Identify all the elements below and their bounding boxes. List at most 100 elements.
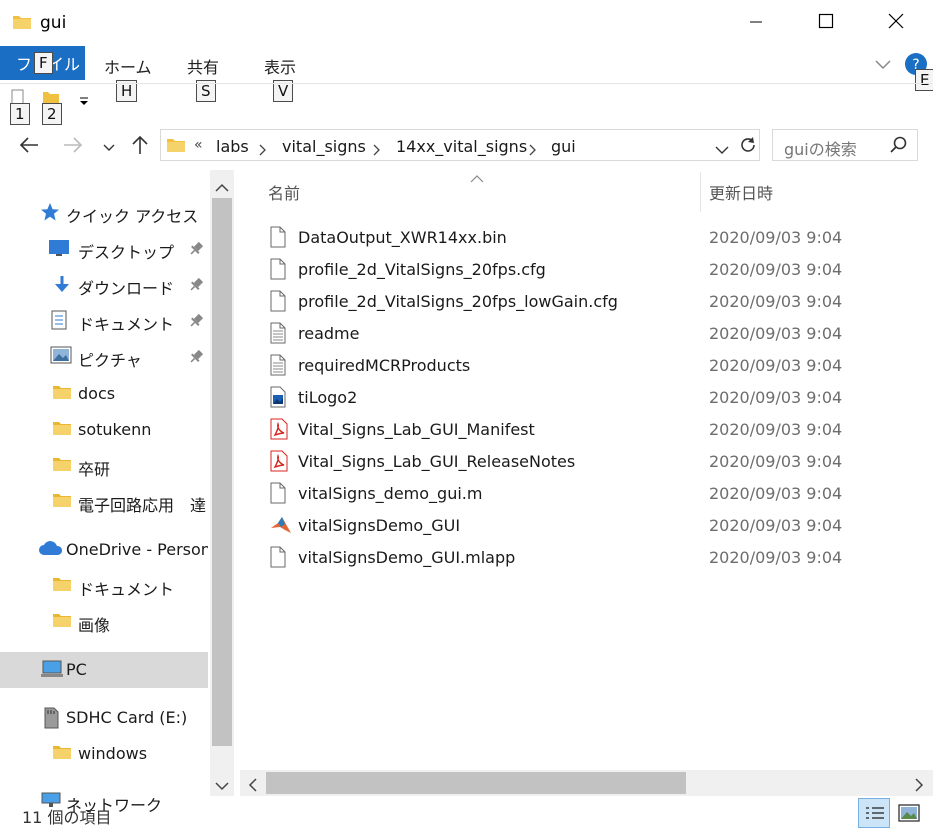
nav-item-label: SDHC Card (E:) <box>66 708 188 727</box>
file-date: 2020/09/03 9:04 <box>709 388 843 407</box>
file-date: 2020/09/03 9:04 <box>709 260 843 279</box>
nav-item[interactable]: SDHC Card (E:) <box>0 700 208 736</box>
chevron-right-icon[interactable] <box>372 141 382 160</box>
picture-icon <box>50 346 72 368</box>
search-icon[interactable] <box>890 136 908 158</box>
breadcrumb-labs[interactable]: labs <box>216 137 249 156</box>
nav-item[interactable]: ドキュメント <box>0 568 208 604</box>
column-divider[interactable] <box>700 172 701 212</box>
sdcard-icon <box>42 707 60 733</box>
nav-item[interactable]: 電子回路応用 達 <box>0 484 208 520</box>
search-placeholder: guiの検索 <box>784 140 857 159</box>
column-header-date[interactable]: 更新日時 <box>709 180 773 204</box>
pin-icon[interactable] <box>188 313 204 333</box>
breadcrumb-14xx-vital-signs[interactable]: 14xx_vital_signs <box>396 137 527 156</box>
pin-icon[interactable] <box>188 349 204 369</box>
large-icons-view-icon <box>898 804 920 826</box>
file-date: 2020/09/03 9:04 <box>709 292 843 311</box>
pin-icon[interactable] <box>188 241 204 261</box>
pin-icon[interactable] <box>188 277 204 297</box>
tab-share[interactable]: 共有 <box>187 54 219 78</box>
help-keytip: E <box>915 69 933 91</box>
tab-view[interactable]: 表示 <box>264 54 296 78</box>
nav-item[interactable]: PC <box>0 652 208 688</box>
customize-qat-icon[interactable] <box>78 92 90 111</box>
file-icon <box>270 482 286 508</box>
cloud-icon <box>38 539 64 561</box>
nav-item-label: PC <box>66 660 87 679</box>
nav-item[interactable]: 画像 <box>0 604 208 640</box>
horizontal-scrollbar-thumb[interactable] <box>266 772 686 794</box>
nav-item-label: ダウンロード <box>78 279 175 298</box>
refresh-icon[interactable] <box>738 135 758 159</box>
nav-item[interactable]: ピクチャ <box>0 339 208 375</box>
nav-item[interactable]: sotukenn <box>0 412 208 448</box>
nav-item-label: デスクトップ <box>78 243 175 262</box>
large-icons-view-button[interactable] <box>896 800 922 826</box>
nav-item-label: windows <box>78 744 148 763</box>
horizontal-scrollbar[interactable] <box>240 770 933 796</box>
nav-scrollbar-thumb[interactable] <box>212 198 232 746</box>
file-name: readme <box>298 324 360 343</box>
sort-ascending-icon <box>470 168 484 187</box>
folder-icon <box>52 575 72 597</box>
breadcrumb-overflow[interactable]: « <box>194 137 203 153</box>
chevron-right-icon[interactable] <box>258 141 268 160</box>
nav-scrollbar[interactable] <box>210 170 234 796</box>
maximize-button[interactable] <box>803 0 849 46</box>
file-name: vitalSigns_demo_gui.m <box>298 484 483 503</box>
nav-item-label: sotukenn <box>78 420 152 439</box>
up-button[interactable] <box>130 134 150 160</box>
image-file-icon <box>270 386 286 412</box>
file-name: requiredMCRProducts <box>298 356 471 375</box>
pc-icon <box>40 659 64 683</box>
address-dropdown-icon[interactable] <box>714 141 730 160</box>
file-icon <box>270 290 286 316</box>
file-name: profile_2d_VitalSigns_20fps.cfg <box>298 260 546 279</box>
ribbon-expand-icon[interactable] <box>874 56 892 75</box>
nav-item[interactable]: クイック アクセス <box>0 195 208 231</box>
chevron-down-icon[interactable] <box>215 776 229 795</box>
details-view-button[interactable] <box>858 798 890 828</box>
nav-item-label: 卒研 <box>78 460 111 479</box>
nav-item[interactable]: デスクトップ <box>0 231 208 267</box>
chevron-left-icon[interactable] <box>248 777 258 796</box>
recent-locations-icon[interactable] <box>102 139 116 158</box>
minimize-button[interactable] <box>733 0 779 46</box>
nav-item[interactable]: ダウンロード <box>0 267 208 303</box>
folder-icon <box>52 743 72 765</box>
file-date: 2020/09/03 9:04 <box>709 516 843 535</box>
close-icon <box>888 13 904 33</box>
chevron-up-icon[interactable] <box>215 178 229 197</box>
forward-button[interactable] <box>62 135 84 159</box>
document-icon <box>50 310 68 334</box>
nav-item-label: 画像 <box>78 616 111 635</box>
folder-icon <box>52 611 72 633</box>
column-header-name[interactable]: 名前 <box>268 180 300 204</box>
nav-item[interactable]: windows <box>0 736 208 772</box>
file-date: 2020/09/03 9:04 <box>709 356 843 375</box>
breadcrumb-gui[interactable]: gui <box>551 137 576 156</box>
file-name: vitalSignsDemo_GUI <box>298 516 461 535</box>
folder-icon <box>12 13 32 35</box>
nav-item-label: ドキュメント <box>78 580 175 599</box>
file-date: 2020/09/03 9:04 <box>709 484 843 503</box>
chevron-right-icon[interactable] <box>528 141 538 160</box>
nav-item[interactable]: 卒研 <box>0 448 208 484</box>
tab-home[interactable]: ホーム <box>104 54 152 78</box>
nav-item[interactable]: ドキュメント <box>0 303 208 339</box>
back-button[interactable] <box>18 135 40 159</box>
nav-item[interactable]: OneDrive - Personal <box>0 532 208 568</box>
minimize-icon <box>749 14 763 33</box>
nav-item-label: OneDrive - Personal <box>66 540 208 559</box>
folder-icon <box>52 419 72 441</box>
nav-item[interactable]: docs <box>0 376 208 412</box>
pdf-icon <box>270 418 288 444</box>
folder-icon <box>52 383 72 405</box>
pdf-icon <box>270 450 288 476</box>
maximize-icon <box>818 13 834 33</box>
chevron-right-icon[interactable] <box>914 777 924 796</box>
close-button[interactable] <box>873 0 919 46</box>
breadcrumb-vital-signs[interactable]: vital_signs <box>282 137 366 156</box>
file-date: 2020/09/03 9:04 <box>709 548 843 567</box>
